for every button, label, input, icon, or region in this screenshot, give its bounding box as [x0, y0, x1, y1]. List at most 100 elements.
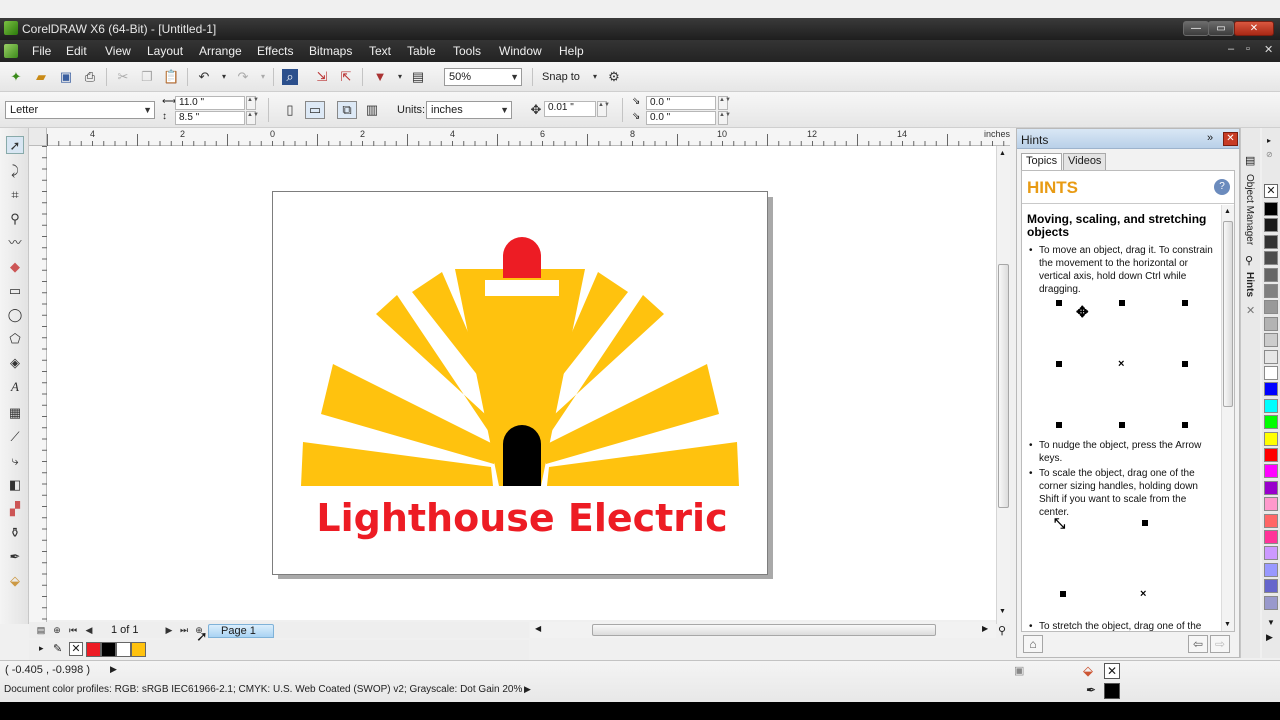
- palette-swatch[interactable]: [1264, 218, 1278, 233]
- save-icon[interactable]: ▣: [58, 69, 74, 85]
- palette-swatch[interactable]: [1264, 530, 1278, 544]
- palette-swatch[interactable]: [1264, 464, 1278, 479]
- menu-edit[interactable]: Edit: [66, 44, 87, 58]
- add-page-before-icon[interactable]: ⊕: [51, 624, 63, 636]
- menu-help[interactable]: Help: [559, 44, 584, 58]
- palette-options-icon[interactable]: ▸: [39, 643, 44, 654]
- zoom-tool-icon[interactable]: ⚲: [6, 210, 24, 228]
- print-icon[interactable]: ⎙: [82, 69, 98, 85]
- hints-scrollbar[interactable]: ▲ ▼: [1221, 205, 1234, 631]
- palette-swatch[interactable]: [1264, 497, 1278, 512]
- tab-topics[interactable]: Topics: [1021, 153, 1063, 170]
- redo-dropdown-icon[interactable]: ▾: [255, 69, 271, 85]
- doc-swatch-yellow[interactable]: [131, 642, 146, 657]
- nudge-distance-field[interactable]: 0.01 ": [544, 101, 596, 117]
- tab-videos[interactable]: Videos: [1063, 153, 1107, 170]
- menu-layout[interactable]: Layout: [147, 44, 183, 58]
- palette-flyout-icon[interactable]: ⊘: [1266, 150, 1273, 159]
- drop-shadow-tool-icon[interactable]: ◧: [6, 476, 24, 494]
- outline-indicator-icon[interactable]: ✒: [1086, 683, 1096, 697]
- menu-view[interactable]: View: [105, 44, 131, 58]
- palette-scroll-down-icon[interactable]: ▼: [1267, 618, 1275, 627]
- docker-close-button[interactable]: ✕: [1223, 132, 1238, 146]
- options-icon[interactable]: ⚙: [606, 69, 622, 85]
- hints-help-icon[interactable]: ?: [1214, 179, 1230, 195]
- palette-swatch[interactable]: [1264, 513, 1278, 528]
- nudge-spinner[interactable]: ▲▼: [597, 101, 610, 117]
- doc-swatch-red[interactable]: [86, 642, 101, 657]
- hints-home-button[interactable]: ⌂: [1023, 635, 1043, 653]
- undo-icon[interactable]: ↶: [196, 69, 212, 85]
- portrait-icon[interactable]: ▯: [282, 102, 298, 118]
- zoom-navigator-icon[interactable]: ⚲: [998, 624, 1006, 637]
- redo-icon[interactable]: ↷: [235, 69, 251, 85]
- doc-minimize-button[interactable]: –: [1228, 43, 1234, 55]
- connector-tool-icon[interactable]: ⤷: [6, 452, 24, 470]
- smart-fill-tool-icon[interactable]: ◆: [6, 258, 24, 276]
- snap-to-dropdown-icon[interactable]: ▾: [587, 69, 603, 85]
- scroll-down-icon[interactable]: ▼: [1224, 621, 1231, 628]
- vertical-ruler[interactable]: [29, 146, 47, 624]
- export-icon[interactable]: ⇱: [338, 69, 354, 85]
- hints-forward-button[interactable]: ⇨: [1210, 635, 1230, 653]
- palette-swatch[interactable]: [1264, 349, 1278, 364]
- palette-expand-icon[interactable]: ▶: [1266, 632, 1273, 643]
- palette-swatch[interactable]: [1264, 579, 1278, 594]
- outline-color-swatch[interactable]: [1104, 683, 1120, 699]
- previous-page-icon[interactable]: ◀: [83, 624, 95, 636]
- horizontal-scrollbar[interactable]: ◀ ▶: [530, 622, 996, 638]
- freehand-tool-icon[interactable]: 〰: [6, 234, 24, 252]
- document-icon[interactable]: [4, 44, 18, 58]
- palette-swatch[interactable]: [1264, 546, 1278, 561]
- dimension-tool-icon[interactable]: ⟋: [6, 428, 24, 446]
- menu-arrange[interactable]: Arrange: [199, 44, 242, 58]
- color-profiles-expand-icon[interactable]: ▶: [524, 684, 531, 695]
- page-height-field[interactable]: 8.5 ": [175, 111, 245, 125]
- rectangle-tool-icon[interactable]: ▭: [6, 282, 24, 300]
- copy-icon[interactable]: ❐: [139, 69, 155, 85]
- tab-object-manager[interactable]: Object Manager: [1244, 174, 1255, 245]
- page-width-field[interactable]: 11.0 ": [175, 96, 245, 110]
- horizontal-scroll-thumb[interactable]: [592, 624, 936, 636]
- duplicate-x-field[interactable]: 0.0 ": [646, 96, 716, 110]
- menu-bitmaps[interactable]: Bitmaps: [309, 44, 352, 58]
- palette-swatch[interactable]: [1264, 234, 1278, 249]
- eyedropper-tool-icon[interactable]: ⚱: [6, 524, 24, 542]
- vertical-scroll-thumb[interactable]: [998, 264, 1009, 508]
- doc-swatch-white[interactable]: [116, 642, 131, 657]
- palette-swatch[interactable]: [1264, 202, 1278, 216]
- landscape-icon[interactable]: ▭: [305, 101, 325, 119]
- pick-tool-icon[interactable]: ➚: [6, 136, 24, 154]
- duplicate-x-spinner[interactable]: ▲▼: [718, 96, 731, 110]
- undo-dropdown-icon[interactable]: ▾: [216, 69, 232, 85]
- doc-close-button[interactable]: ✕: [1264, 43, 1273, 56]
- duplicate-y-spinner[interactable]: ▲▼: [718, 111, 731, 125]
- lighthouse-logo[interactable]: Lighthouse Electric: [273, 192, 767, 574]
- first-page-icon[interactable]: ⏮: [67, 624, 79, 636]
- horizontal-ruler[interactable]: 4 2 0 2 4 6 8 10 12 14 inches: [47, 128, 1010, 146]
- welcome-screen-icon[interactable]: ▤: [410, 69, 426, 85]
- palette-swatch[interactable]: [1264, 448, 1278, 462]
- polygon-tool-icon[interactable]: ⬠: [6, 330, 24, 348]
- tab-hints[interactable]: Hints: [1244, 272, 1255, 297]
- minimize-button[interactable]: —: [1183, 21, 1209, 36]
- table-tool-icon[interactable]: ▦: [6, 404, 24, 422]
- scroll-up-icon[interactable]: ▲: [1224, 208, 1231, 215]
- menu-tools[interactable]: Tools: [453, 44, 481, 58]
- menu-text[interactable]: Text: [369, 44, 391, 58]
- cut-icon[interactable]: ✂: [115, 69, 131, 85]
- page-width-spinner[interactable]: ▲▼: [246, 96, 259, 110]
- doc-swatch-black[interactable]: [101, 642, 116, 657]
- eyedropper-icon[interactable]: ✎: [53, 642, 62, 655]
- color-profiles-text[interactable]: Document color profiles: RGB: sRGB IEC61…: [4, 684, 522, 695]
- menu-effects[interactable]: Effects: [257, 44, 293, 58]
- snap-to-button[interactable]: Snap to: [542, 71, 580, 83]
- open-icon[interactable]: ▰: [33, 69, 49, 85]
- text-tool-icon[interactable]: A: [6, 378, 24, 396]
- close-button[interactable]: ✕: [1234, 21, 1274, 36]
- palette-swatch[interactable]: [1264, 562, 1278, 577]
- duplicate-y-field[interactable]: 0.0 ": [646, 111, 716, 125]
- basic-shapes-tool-icon[interactable]: ◈: [6, 354, 24, 372]
- scroll-down-icon[interactable]: ▼: [999, 608, 1006, 615]
- palette-swatch[interactable]: [1264, 366, 1278, 380]
